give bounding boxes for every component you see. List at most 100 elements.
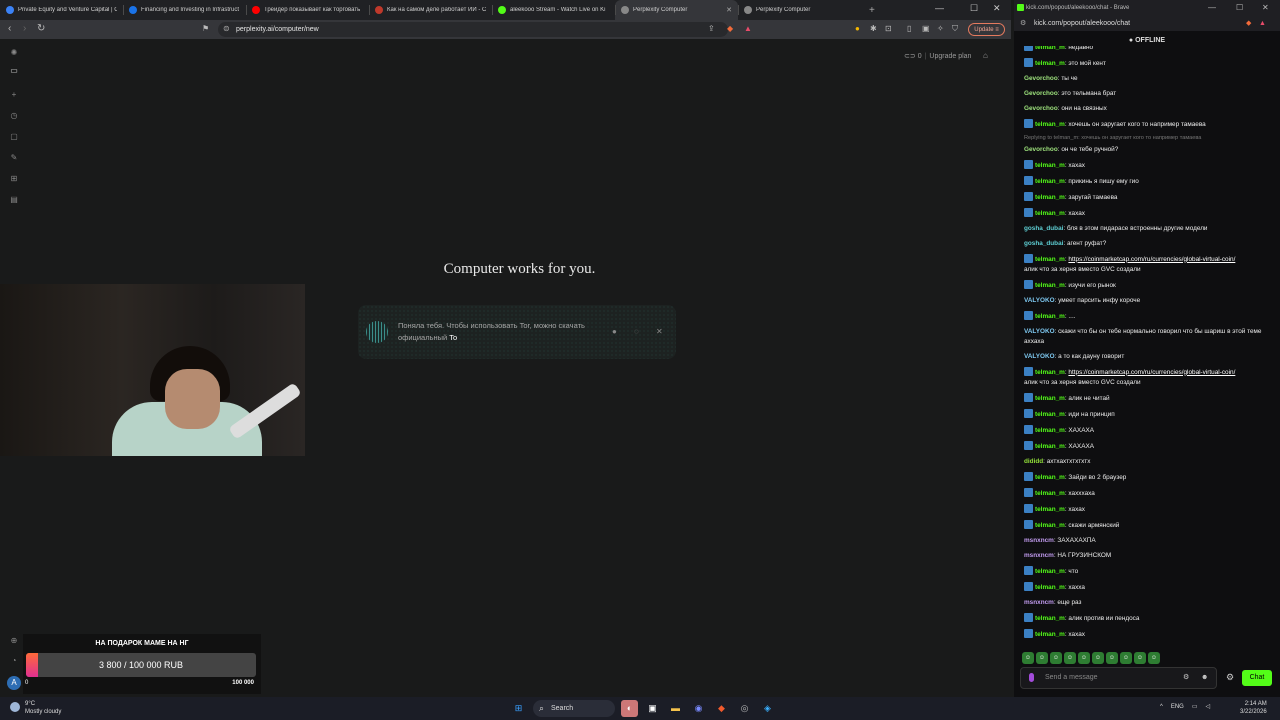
emoji-icon[interactable]: ☻ (1201, 668, 1208, 688)
file-explorer-icon[interactable]: ▬ (667, 700, 684, 717)
chat-username[interactable]: telman_m (1035, 194, 1065, 201)
chat-username[interactable]: telman_m (1035, 395, 1065, 402)
chat-username[interactable]: telman_m (1035, 490, 1065, 497)
browser-tab[interactable]: Financing and Investing in Infrastruct (123, 0, 246, 20)
chat-username[interactable]: telman_m (1035, 631, 1065, 638)
chat-username[interactable]: telman_m (1035, 282, 1065, 289)
tasks-icon[interactable]: ◷ (8, 111, 20, 123)
chat-username[interactable]: msnxncm (1024, 537, 1054, 544)
task-view-icon[interactable]: ▣ (644, 700, 661, 717)
widget-icon[interactable]: ◐ (621, 700, 638, 717)
discover-icon[interactable]: ✎ (8, 153, 20, 165)
browser-tab[interactable]: Как на самом деле работает ИИ - С (369, 0, 492, 20)
chat-username[interactable]: Gevorchoo (1024, 90, 1058, 97)
chat-settings-icon[interactable]: ⚙ (1226, 672, 1234, 683)
chat-message-input[interactable]: Send a message ⚙ ☻ (1020, 667, 1217, 689)
chat-brave-rewards-icon[interactable]: ▲ (1259, 16, 1266, 31)
avatar[interactable]: A (7, 676, 21, 690)
close-window-icon[interactable]: ✕ (993, 3, 1001, 14)
emote-icon[interactable]: ☺ (1148, 652, 1160, 664)
extensions-icon[interactable]: ✱ (870, 24, 877, 33)
weather-widget[interactable]: 9°C Mostly cloudy (10, 700, 61, 716)
brave-shields-icon[interactable]: ◆ (727, 24, 733, 33)
site-info-icon[interactable]: ⊜ (223, 24, 230, 33)
wallet2-icon[interactable]: ▣ (922, 24, 930, 33)
profile-icon[interactable]: ⊡ (885, 24, 892, 33)
forward-icon[interactable]: › (23, 23, 26, 34)
brave-icon[interactable]: ◆ (713, 700, 730, 717)
discord-icon[interactable]: ◉ (690, 700, 707, 717)
chat-brave-shields-icon[interactable]: ◆ (1246, 16, 1251, 31)
chat-link[interactable]: https://coinmarketcap.com/ru/currencies/… (1068, 369, 1235, 376)
chat-username[interactable]: telman_m (1035, 46, 1065, 51)
chat-username[interactable]: telman_m (1035, 506, 1065, 513)
voice-icon[interactable] (1029, 673, 1034, 682)
chat-username[interactable]: Gevorchoo (1024, 105, 1058, 112)
chat-username[interactable]: gosha_dubai (1024, 240, 1063, 247)
bell-icon[interactable]: ◔ (8, 656, 20, 668)
chat-send-button[interactable]: Chat (1242, 670, 1272, 686)
notifications-icon[interactable]: ⊕ (8, 636, 20, 648)
emote-icon[interactable]: ☺ (1036, 652, 1048, 664)
vpn-icon[interactable]: ⛉ (952, 24, 958, 34)
back-icon[interactable]: ‹ (8, 23, 11, 34)
chat-username[interactable]: telman_m (1035, 162, 1065, 169)
chat-username[interactable]: telman_m (1035, 443, 1065, 450)
browser-tab[interactable]: Private Equity and Venture Capital | C (0, 0, 123, 20)
chat-close-icon[interactable]: ✕ (1262, 3, 1269, 12)
bookmark-icon[interactable]: ⚑ (202, 24, 209, 33)
maximize-icon[interactable]: ☐ (970, 3, 978, 14)
new-thread-icon[interactable]: + (8, 90, 20, 102)
chat-username[interactable]: telman_m (1035, 615, 1065, 622)
chat-username[interactable]: Gevorchoo (1024, 75, 1058, 82)
chat-username[interactable]: telman_m (1035, 121, 1065, 128)
url-field[interactable]: ⊜ perplexity.ai/computer/new (218, 22, 728, 37)
emote-icon[interactable]: ☺ (1134, 652, 1146, 664)
language-indicator[interactable]: ENG (1171, 704, 1184, 710)
chat-username[interactable]: telman_m (1035, 210, 1065, 217)
update-button[interactable]: Update ≡ (968, 23, 1005, 36)
brave-rewards-icon[interactable]: ▲ (744, 24, 752, 33)
chat-url-bar[interactable]: ⚙ kick.com/popout/aleekooo/chat ◆ ▲ (1014, 16, 1280, 31)
tray-overflow-icon[interactable]: ^ (1160, 704, 1163, 710)
files-icon[interactable]: ▤ (8, 195, 20, 207)
chat-username[interactable]: msnxncm (1024, 599, 1054, 606)
chat-username[interactable]: telman_m (1035, 474, 1065, 481)
prompt-card[interactable]: Поняла тебя. Чтобы использовать Tor, мож… (358, 305, 676, 359)
chat-username[interactable]: telman_m (1035, 369, 1065, 376)
perplexity-logo-icon[interactable]: ✺ (8, 48, 20, 60)
browser-tab[interactable]: aleekooo Stream - Watch Live on Ki (492, 0, 615, 20)
chat-maximize-icon[interactable]: ☐ (1236, 3, 1243, 12)
share-icon[interactable]: ⇪ (708, 24, 715, 33)
emote-icon[interactable]: ☺ (1106, 652, 1118, 664)
chat-username[interactable]: telman_m (1035, 178, 1065, 185)
emote-icon[interactable]: ☺ (1092, 652, 1104, 664)
chat-link[interactable]: https://coinmarketcap.com/ru/currencies/… (1068, 256, 1235, 263)
chat-icon[interactable]: ◌ (634, 327, 639, 336)
network-icon[interactable]: ▭ (1192, 703, 1198, 710)
sidebar-toggle-icon[interactable]: ▯ (907, 24, 911, 33)
chat-username[interactable]: telman_m (1035, 522, 1065, 529)
obs-icon[interactable]: ◎ (736, 700, 753, 717)
close-icon[interactable]: ✕ (656, 327, 663, 336)
chat-username[interactable]: telman_m (1035, 411, 1065, 418)
browser-tab[interactable]: Perplexity Computer (738, 0, 861, 20)
chat-username[interactable]: telman_m (1035, 584, 1065, 591)
chat-username[interactable]: Gevorchoo (1024, 146, 1058, 153)
chat-username[interactable]: gosha_dubai (1024, 225, 1063, 232)
leo-icon[interactable]: ✧ (937, 24, 944, 33)
site-settings-icon[interactable]: ⚙ (1020, 16, 1026, 31)
mic-icon[interactable]: ● (612, 327, 617, 336)
start-icon[interactable]: ⊞ (510, 700, 527, 717)
emote-picker-icon[interactable]: ⚙ (1183, 668, 1189, 688)
chat-username[interactable]: telman_m (1035, 256, 1065, 263)
wallet-icon[interactable]: ● (855, 24, 860, 33)
emote-icon[interactable]: ☺ (1120, 652, 1132, 664)
chat-username[interactable]: telman_m (1035, 60, 1065, 67)
upgrade-plan-link[interactable]: Upgrade plan (929, 53, 971, 60)
chat-username[interactable]: VALYOKO (1024, 328, 1055, 335)
library-icon[interactable]: ▢ (8, 132, 20, 144)
chat-username[interactable]: dididd (1024, 458, 1043, 465)
close-tab-icon[interactable]: ✕ (726, 6, 732, 14)
emote-icon[interactable]: ☺ (1050, 652, 1062, 664)
